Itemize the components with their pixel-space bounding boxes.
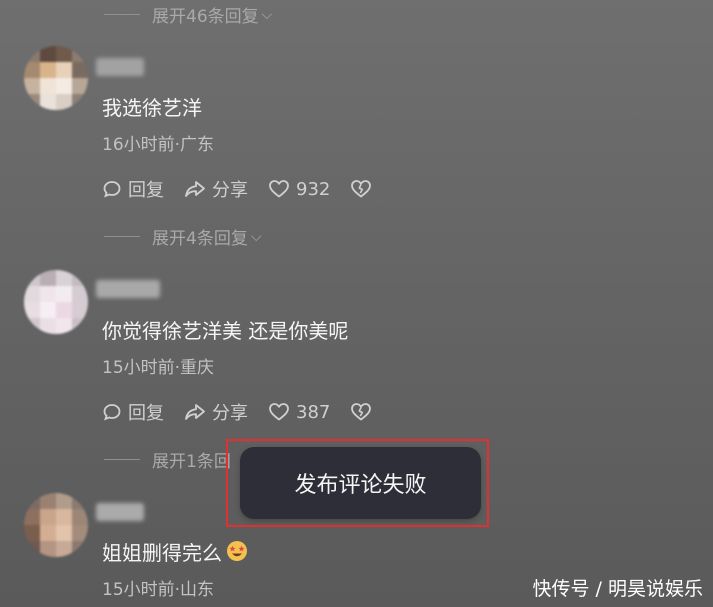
comment-meta: 15小时前·山东 xyxy=(102,580,215,600)
expand-replies-label: 展开1条回 xyxy=(152,451,231,472)
comment-meta: 16小时前·广东 xyxy=(102,135,215,155)
username-blurred[interactable] xyxy=(96,503,144,521)
comment-text-content: 姐姐删得完么 xyxy=(102,540,222,565)
share-label: 分享 xyxy=(212,180,248,201)
chevron-down-icon: ⌵ xyxy=(250,229,262,245)
watermark: 快传号 / 明昊说娱乐 xyxy=(532,578,703,600)
divider-line xyxy=(104,235,140,237)
expand-replies-label: 展开46条回复 xyxy=(152,6,259,27)
avatar[interactable] xyxy=(24,270,88,334)
expand-replies-1[interactable]: 展开46条回复 ⌵ xyxy=(104,2,273,27)
share-button[interactable]: 分享 xyxy=(184,399,248,425)
reply-label: 回复 xyxy=(128,403,164,424)
username-blurred[interactable] xyxy=(96,280,160,298)
share-label: 分享 xyxy=(212,403,248,424)
like-count: 387 xyxy=(296,401,331,423)
share-icon xyxy=(184,402,206,422)
comment-text: 姐姐删得完么 xyxy=(102,537,248,565)
broken-heart-icon xyxy=(350,179,372,199)
expand-replies-label: 展开4条回复 xyxy=(152,228,248,249)
share-icon xyxy=(184,179,206,199)
username-blurred[interactable] xyxy=(96,58,144,76)
comment-text: 你觉得徐艺洋美 还是你美呢 xyxy=(102,318,349,343)
like-count: 932 xyxy=(296,178,331,200)
error-toast: 发布评论失败 xyxy=(240,447,481,519)
divider-line xyxy=(104,13,140,15)
expand-replies-3[interactable]: 展开1条回 xyxy=(104,447,231,472)
reply-button[interactable]: 回复 xyxy=(102,176,164,202)
like-button[interactable]: 387 xyxy=(268,402,330,423)
like-button[interactable]: 932 xyxy=(268,179,330,200)
comment-meta: 15小时前·重庆 xyxy=(102,358,215,378)
reply-icon xyxy=(102,402,122,422)
expand-replies-2[interactable]: 展开4条回复 ⌵ xyxy=(104,224,262,249)
avatar[interactable] xyxy=(24,493,88,557)
reply-label: 回复 xyxy=(128,180,164,201)
heart-icon xyxy=(268,402,290,422)
comment-text: 我选徐艺洋 xyxy=(102,95,202,120)
avatar[interactable] xyxy=(24,46,88,110)
reply-button[interactable]: 回复 xyxy=(102,399,164,425)
heart-icon xyxy=(268,179,290,199)
broken-heart-icon xyxy=(350,402,372,422)
divider-line xyxy=(104,458,140,460)
reply-icon xyxy=(102,179,122,199)
comment-actions: 回复 分享 932 xyxy=(102,176,372,202)
share-button[interactable]: 分享 xyxy=(184,176,248,202)
comment-actions: 回复 分享 387 xyxy=(102,399,372,425)
dislike-button[interactable] xyxy=(350,402,372,422)
chevron-down-icon: ⌵ xyxy=(261,7,273,23)
dislike-button[interactable] xyxy=(350,179,372,199)
star-struck-emoji-icon xyxy=(226,540,248,562)
